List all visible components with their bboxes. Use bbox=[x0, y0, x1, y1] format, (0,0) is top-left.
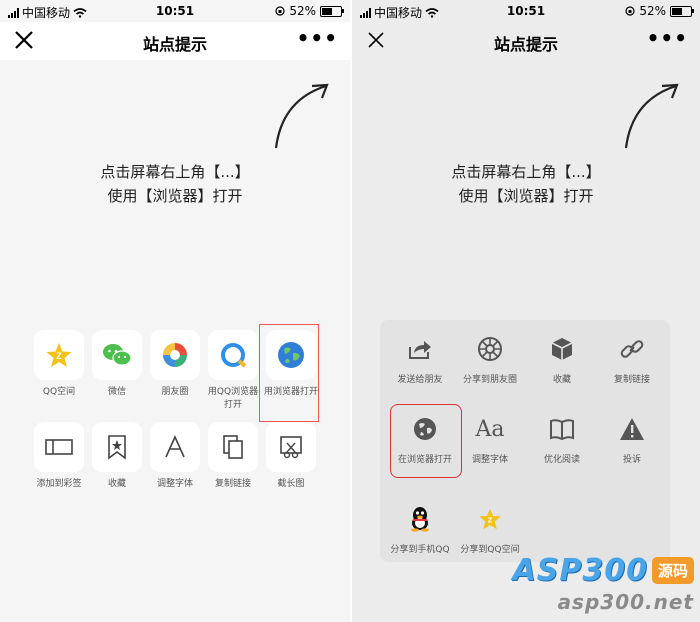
cube-icon bbox=[551, 338, 573, 360]
font-size-icon: Aa bbox=[475, 416, 505, 442]
battery-percent: 52% bbox=[639, 4, 666, 18]
menu-copy-link[interactable]: 复制链接 bbox=[596, 334, 668, 385]
share-row-2: 添加到彩签 收藏 调整字体 复制链接 截长图 bbox=[30, 422, 320, 491]
share-qq-browser[interactable]: 用QQ浏览器打开 bbox=[204, 330, 262, 412]
more-icon[interactable]: ••• bbox=[297, 28, 338, 48]
qzone-icon: Z bbox=[46, 343, 72, 367]
left-screen: 中国移动 10:51 52% 站点提示 ••• 点击屏幕右上角【...】 使用【… bbox=[0, 0, 350, 622]
qzone-star-icon: Z bbox=[479, 508, 501, 530]
menu-send-friend[interactable]: 发送给朋友 bbox=[384, 334, 456, 385]
highlight-box bbox=[390, 404, 462, 478]
book-icon bbox=[550, 419, 574, 440]
status-right: 52% bbox=[275, 4, 344, 18]
svg-text:Z: Z bbox=[488, 515, 493, 524]
warning-icon bbox=[620, 418, 644, 440]
share-qzone[interactable]: Z QQ空间 bbox=[30, 330, 88, 412]
watermark-badge: 源码 bbox=[651, 557, 694, 584]
nav-bar: 站点提示 ••• bbox=[352, 22, 700, 60]
nav-bar: 站点提示 ••• bbox=[0, 22, 350, 60]
menu-share-qzone[interactable]: Z 分享到QQ空间 bbox=[454, 504, 526, 555]
watermark-url: asp300.net bbox=[557, 590, 694, 614]
share-wechat[interactable]: 微信 bbox=[88, 330, 146, 412]
menu-complaint[interactable]: 投诉 bbox=[596, 414, 668, 465]
menu-favorite[interactable]: 收藏 bbox=[526, 334, 598, 385]
highlight-box bbox=[259, 324, 319, 422]
copy-icon bbox=[223, 435, 243, 459]
hint-line-1: 点击屏幕右上角【...】 bbox=[100, 163, 250, 181]
share-moments[interactable]: 朋友圈 bbox=[146, 330, 204, 412]
hint-line-2: 使用【浏览器】打开 bbox=[458, 187, 594, 205]
watermark-brand: ASP300 bbox=[512, 553, 648, 588]
action-sheet: 发送给朋友 分享到朋友圈 收藏 复制链接 在浏览器打开 Aa 调整字体 优化阅读 bbox=[380, 320, 670, 562]
share-favorite[interactable]: 收藏 bbox=[88, 422, 146, 491]
screenshot-icon bbox=[280, 436, 302, 459]
pointer-arrow-icon bbox=[624, 83, 679, 149]
right-screen: 中国移动 10:51 52% 站点提示 ••• 点击屏幕右上角【...】 使用【… bbox=[352, 0, 700, 622]
menu-share-moments[interactable]: 分享到朋友圈 bbox=[454, 334, 526, 385]
menu-share-qq[interactable]: 分享到手机QQ bbox=[384, 504, 456, 555]
bookmark-icon bbox=[108, 435, 126, 460]
share-adjust-font[interactable]: 调整字体 bbox=[146, 422, 204, 491]
hint-line-2: 使用【浏览器】打开 bbox=[107, 187, 243, 205]
moments-icon bbox=[163, 343, 187, 367]
watermark: ASP300 源码 asp300.net bbox=[513, 553, 694, 614]
share-copy-link[interactable]: 复制链接 bbox=[204, 422, 262, 491]
more-icon[interactable]: ••• bbox=[647, 28, 688, 48]
status-bar: 中国移动 10:51 52% bbox=[0, 0, 350, 22]
battery-icon bbox=[670, 5, 694, 17]
hint-text: 点击屏幕右上角【...】 使用【浏览器】打开 bbox=[352, 160, 700, 208]
tag-icon bbox=[45, 439, 73, 455]
rotation-lock-icon bbox=[625, 6, 635, 16]
battery-icon bbox=[320, 5, 344, 17]
share-forward-icon bbox=[409, 341, 431, 359]
qq-penguin-icon bbox=[411, 507, 429, 532]
moments-outline-icon bbox=[478, 337, 502, 361]
menu-optimize-reading[interactable]: 优化阅读 bbox=[526, 414, 598, 465]
status-bar: 中国移动 10:51 52% bbox=[352, 0, 700, 22]
share-long-screenshot[interactable]: 截长图 bbox=[262, 422, 320, 491]
pointer-arrow-icon bbox=[274, 83, 329, 149]
font-icon bbox=[165, 435, 185, 458]
status-right: 52% bbox=[625, 4, 694, 18]
hint-line-1: 点击屏幕右上角【...】 bbox=[451, 163, 601, 181]
wechat-icon bbox=[103, 344, 132, 366]
menu-adjust-font[interactable]: Aa 调整字体 bbox=[454, 414, 526, 466]
svg-text:Z: Z bbox=[56, 351, 62, 361]
battery-percent: 52% bbox=[289, 4, 316, 18]
link-icon bbox=[620, 340, 644, 358]
hint-text: 点击屏幕右上角【...】 使用【浏览器】打开 bbox=[0, 160, 350, 208]
qq-browser-icon bbox=[221, 343, 247, 368]
rotation-lock-icon bbox=[275, 6, 285, 16]
share-add-tag[interactable]: 添加到彩签 bbox=[30, 422, 88, 491]
